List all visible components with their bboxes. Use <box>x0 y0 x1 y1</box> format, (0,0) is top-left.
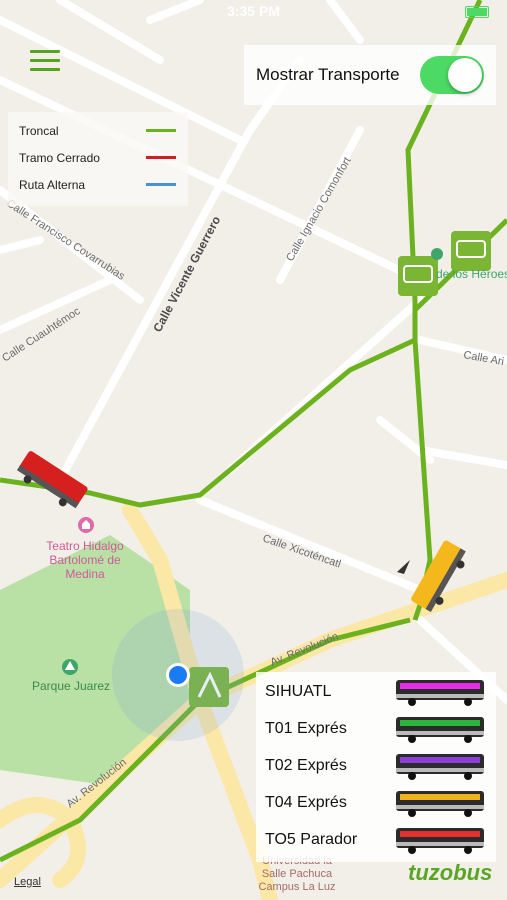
route-item-sihuatl[interactable]: SIHUATL <box>256 674 496 710</box>
universidad-label-line: Salle Pachuca <box>262 868 333 880</box>
map-legend: Troncal Tramo Cerrado Ruta Alterna <box>8 112 188 206</box>
teatro-label-line: Bartolomé de <box>49 553 121 567</box>
universidad-label-line: Campus La Luz <box>258 881 335 893</box>
bus-icon <box>396 754 484 780</box>
legend-label: Troncal <box>19 124 59 138</box>
hamburger-icon <box>30 50 60 53</box>
switch-knob <box>448 58 482 92</box>
teatro-label-line: Teatro Hidalgo <box>46 539 124 553</box>
routes-panel: SIHUATL T01 Exprés T02 Exprés T04 Exprés… <box>256 672 496 862</box>
user-location-dot[interactable] <box>166 663 190 687</box>
route-item-t04[interactable]: T04 Exprés <box>256 785 496 821</box>
route-item-t02[interactable]: T02 Exprés <box>256 748 496 784</box>
status-bar: 3:35 PM <box>0 0 507 22</box>
legend-swatch <box>146 129 176 132</box>
menu-button[interactable] <box>26 48 64 74</box>
transport-toggle-panel: Mostrar Transporte <box>244 45 496 105</box>
legend-label: Ruta Alterna <box>19 178 86 192</box>
route-label: T02 Exprés <box>265 757 347 774</box>
route-item-t01[interactable]: T01 Exprés <box>256 711 496 747</box>
bus-icon <box>396 791 484 817</box>
legend-swatch <box>146 183 176 186</box>
hamburger-line <box>30 59 60 62</box>
route-label: TO5 Parador <box>265 831 358 848</box>
station-icon[interactable] <box>451 231 491 271</box>
heroes-label: de los Héroes <box>436 267 507 281</box>
toggle-label: Mostrar Transporte <box>256 65 400 84</box>
route-label: SIHUATL <box>265 683 332 700</box>
parque-label: Parque Juarez <box>32 679 110 693</box>
station-icon[interactable] <box>398 256 438 296</box>
show-transport-switch[interactable] <box>420 56 484 94</box>
battery-icon <box>465 6 489 18</box>
bus-icon <box>396 717 484 743</box>
bus-icon <box>396 828 484 854</box>
bus-icon <box>396 680 484 706</box>
status-time: 3:35 PM <box>227 3 280 19</box>
tuzobus-logo: tuzobus <box>408 860 493 885</box>
route-label: T04 Exprés <box>265 794 347 811</box>
legend-swatch <box>146 156 176 159</box>
legal-link[interactable]: Legal <box>14 876 41 888</box>
hamburger-line <box>30 68 60 71</box>
heroes-poi-icon <box>431 248 443 260</box>
route-item-t05[interactable]: TO5 Parador <box>256 822 496 858</box>
legend-label: Tramo Cerrado <box>19 151 100 165</box>
teatro-label-line: Medina <box>65 567 105 581</box>
route-label: T01 Exprés <box>265 720 347 737</box>
